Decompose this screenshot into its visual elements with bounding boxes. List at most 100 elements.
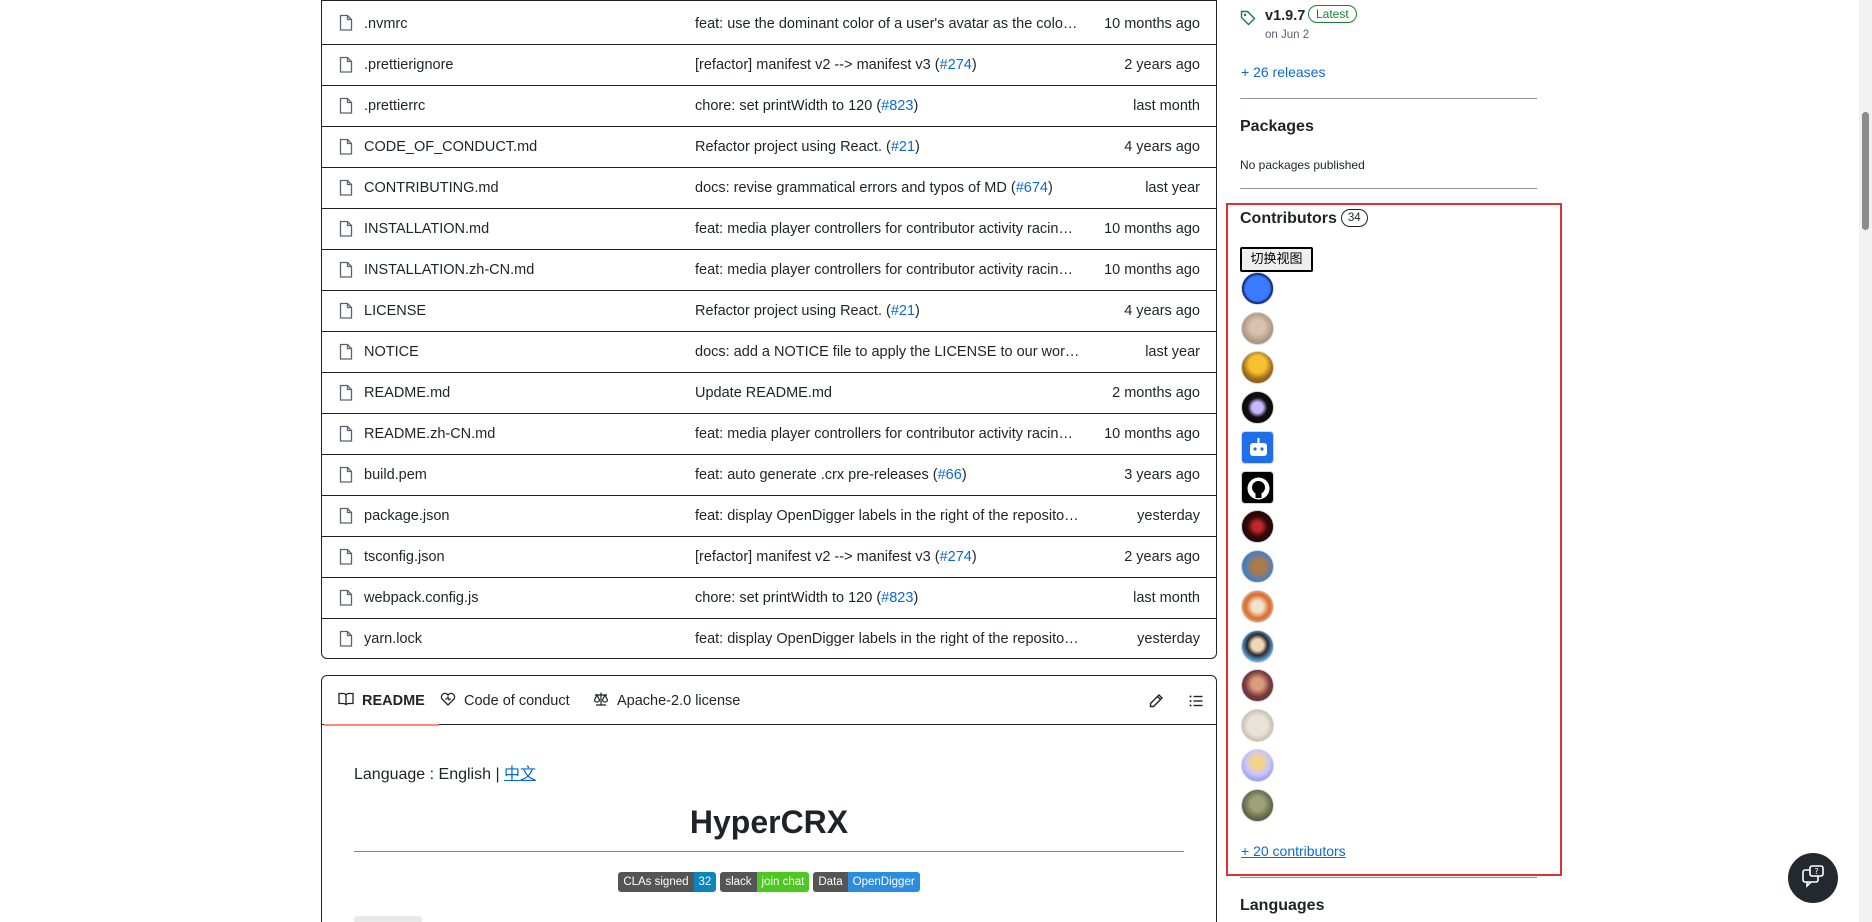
avatar[interactable]	[1241, 550, 1274, 583]
commit-message[interactable]: [refactor] manifest v2 --> manifest v3 (…	[695, 549, 1081, 565]
scrollbar-thumb[interactable]	[1862, 112, 1869, 230]
page-scrollbar[interactable]	[1859, 0, 1872, 922]
more-contributors-link[interactable]: + 20 contributors	[1241, 843, 1346, 859]
tab-readme[interactable]: README	[324, 676, 439, 726]
commit-message[interactable]: feat: media player controllers for contr…	[695, 262, 1081, 278]
commit-age[interactable]: yesterday	[1137, 631, 1200, 647]
avatar[interactable]	[1241, 312, 1274, 345]
packages-heading[interactable]: Packages	[1240, 118, 1314, 136]
pr-link[interactable]: #274	[940, 549, 972, 565]
pr-link[interactable]: #823	[881, 590, 913, 606]
commit-age[interactable]: 3 years ago	[1124, 467, 1200, 483]
file-name[interactable]: README.md	[364, 385, 450, 401]
list-icon[interactable]	[1176, 676, 1216, 725]
file-name[interactable]: webpack.config.js	[364, 590, 478, 606]
table-row: LICENSE Refactor project using React. (#2…	[322, 290, 1216, 331]
file-name[interactable]: INSTALLATION.zh-CN.md	[364, 262, 534, 278]
tab-license[interactable]: Apache-2.0 license	[593, 676, 740, 725]
divider	[1240, 877, 1537, 878]
file-name[interactable]: build.pem	[364, 467, 427, 483]
pr-link[interactable]: #66	[938, 467, 962, 483]
tab-code-of-conduct[interactable]: Code of conduct	[440, 676, 570, 725]
file-name[interactable]: .prettierignore	[364, 57, 453, 73]
commit-message-text: feat: use the dominant color of a user's…	[695, 16, 1081, 32]
commit-message[interactable]: feat: auto generate .crx pre-releases (#…	[695, 467, 1081, 483]
commit-age[interactable]: 2 years ago	[1124, 549, 1200, 565]
badge-label: CLAs signed	[618, 872, 694, 892]
avatar[interactable]	[1241, 590, 1274, 623]
avatar[interactable]	[1241, 471, 1274, 504]
commit-message[interactable]: docs: add a NOTICE file to apply the LIC…	[695, 344, 1081, 360]
file-name[interactable]: yarn.lock	[364, 631, 422, 647]
tag-icon	[1240, 10, 1256, 26]
commit-age[interactable]: 10 months ago	[1104, 13, 1200, 32]
avatar[interactable]	[1241, 789, 1274, 822]
pr-link[interactable]: #21	[891, 303, 915, 319]
commit-message[interactable]: feat: media player controllers for contr…	[695, 426, 1081, 442]
commit-age[interactable]: last month	[1133, 590, 1200, 606]
switch-view-button[interactable]: 切换视图	[1240, 247, 1313, 272]
release-version[interactable]: v1.9.7	[1265, 8, 1305, 24]
commit-message[interactable]: docs: revise grammatical errors and typo…	[695, 180, 1081, 196]
file-name[interactable]: CODE_OF_CONDUCT.md	[364, 139, 537, 155]
pr-link[interactable]: #674	[1016, 180, 1048, 196]
commit-age[interactable]: 10 months ago	[1104, 426, 1200, 442]
commit-message[interactable]: Refactor project using React. (#21)	[695, 139, 1081, 155]
commit-age[interactable]: yesterday	[1137, 508, 1200, 524]
readme-badge[interactable]: Data OpenDigger	[813, 872, 920, 892]
commit-age[interactable]: 4 years ago	[1124, 303, 1200, 319]
file-name[interactable]: package.json	[364, 508, 449, 524]
commit-message[interactable]: feat: use the dominant color of a user's…	[695, 13, 1081, 32]
avatar[interactable]	[1241, 351, 1274, 384]
commit-age[interactable]: 2 years ago	[1124, 57, 1200, 73]
avatar[interactable]	[1241, 709, 1274, 742]
avatar[interactable]	[1241, 749, 1274, 782]
file-name[interactable]: CONTRIBUTING.md	[364, 180, 499, 196]
commit-message[interactable]: feat: display OpenDigger labels in the r…	[695, 631, 1081, 647]
pr-link[interactable]: #274	[940, 57, 972, 73]
commit-message-text: [refactor] manifest v2 --> manifest v3 (	[695, 549, 940, 565]
tab-code-of-conduct-label: Code of conduct	[464, 692, 570, 709]
file-icon	[339, 548, 353, 566]
commit-age[interactable]: 2 months ago	[1112, 385, 1200, 401]
commit-message-text: feat: display OpenDigger labels in the r…	[695, 631, 1081, 647]
commit-message[interactable]: [refactor] manifest v2 --> manifest v3 (…	[695, 57, 1081, 73]
file-icon	[339, 630, 353, 648]
pr-link[interactable]: #823	[881, 98, 913, 114]
file-icon	[339, 589, 353, 607]
language-link-zh[interactable]: 中文	[504, 766, 536, 783]
file-name[interactable]: NOTICE	[364, 344, 419, 360]
file-name[interactable]: LICENSE	[364, 303, 426, 319]
feedback-button[interactable]: ?	[1788, 853, 1838, 903]
commit-message[interactable]: feat: media player controllers for contr…	[695, 221, 1081, 237]
readme-badge[interactable]: slack join chat	[720, 872, 810, 892]
commit-message[interactable]: Refactor project using React. (#21)	[695, 303, 1081, 319]
avatar[interactable]	[1241, 669, 1274, 702]
avatar[interactable]	[1241, 510, 1274, 543]
commit-age[interactable]: last month	[1133, 98, 1200, 114]
commit-age[interactable]: 4 years ago	[1124, 139, 1200, 155]
commit-age[interactable]: 10 months ago	[1104, 262, 1200, 278]
file-name[interactable]: tsconfig.json	[364, 549, 445, 565]
commit-message[interactable]: chore: set printWidth to 120 (#823)	[695, 98, 1081, 114]
file-name[interactable]: README.zh-CN.md	[364, 426, 495, 442]
avatar[interactable]	[1241, 391, 1274, 424]
avatar[interactable]	[1241, 272, 1274, 305]
commit-age[interactable]: last year	[1145, 180, 1200, 196]
file-name[interactable]: .nvmrc	[364, 13, 408, 32]
pr-link[interactable]: #21	[891, 139, 915, 155]
file-name[interactable]: INSTALLATION.md	[364, 221, 489, 237]
commit-age[interactable]: 10 months ago	[1104, 221, 1200, 237]
readme-badge[interactable]: CLAs signed 32	[618, 872, 717, 892]
languages-heading[interactable]: Languages	[1240, 897, 1324, 915]
avatar[interactable]	[1241, 630, 1274, 663]
avatar[interactable]	[1241, 431, 1274, 464]
commit-age[interactable]: last year	[1145, 344, 1200, 360]
commit-message[interactable]: Update README.md	[695, 385, 1081, 401]
commit-message[interactable]: chore: set printWidth to 120 (#823)	[695, 590, 1081, 606]
file-name[interactable]: .prettierrc	[364, 98, 425, 114]
pencil-icon[interactable]	[1136, 676, 1176, 725]
divider	[1240, 98, 1537, 99]
more-releases-link[interactable]: + 26 releases	[1241, 64, 1325, 80]
commit-message[interactable]: feat: display OpenDigger labels in the r…	[695, 508, 1081, 524]
